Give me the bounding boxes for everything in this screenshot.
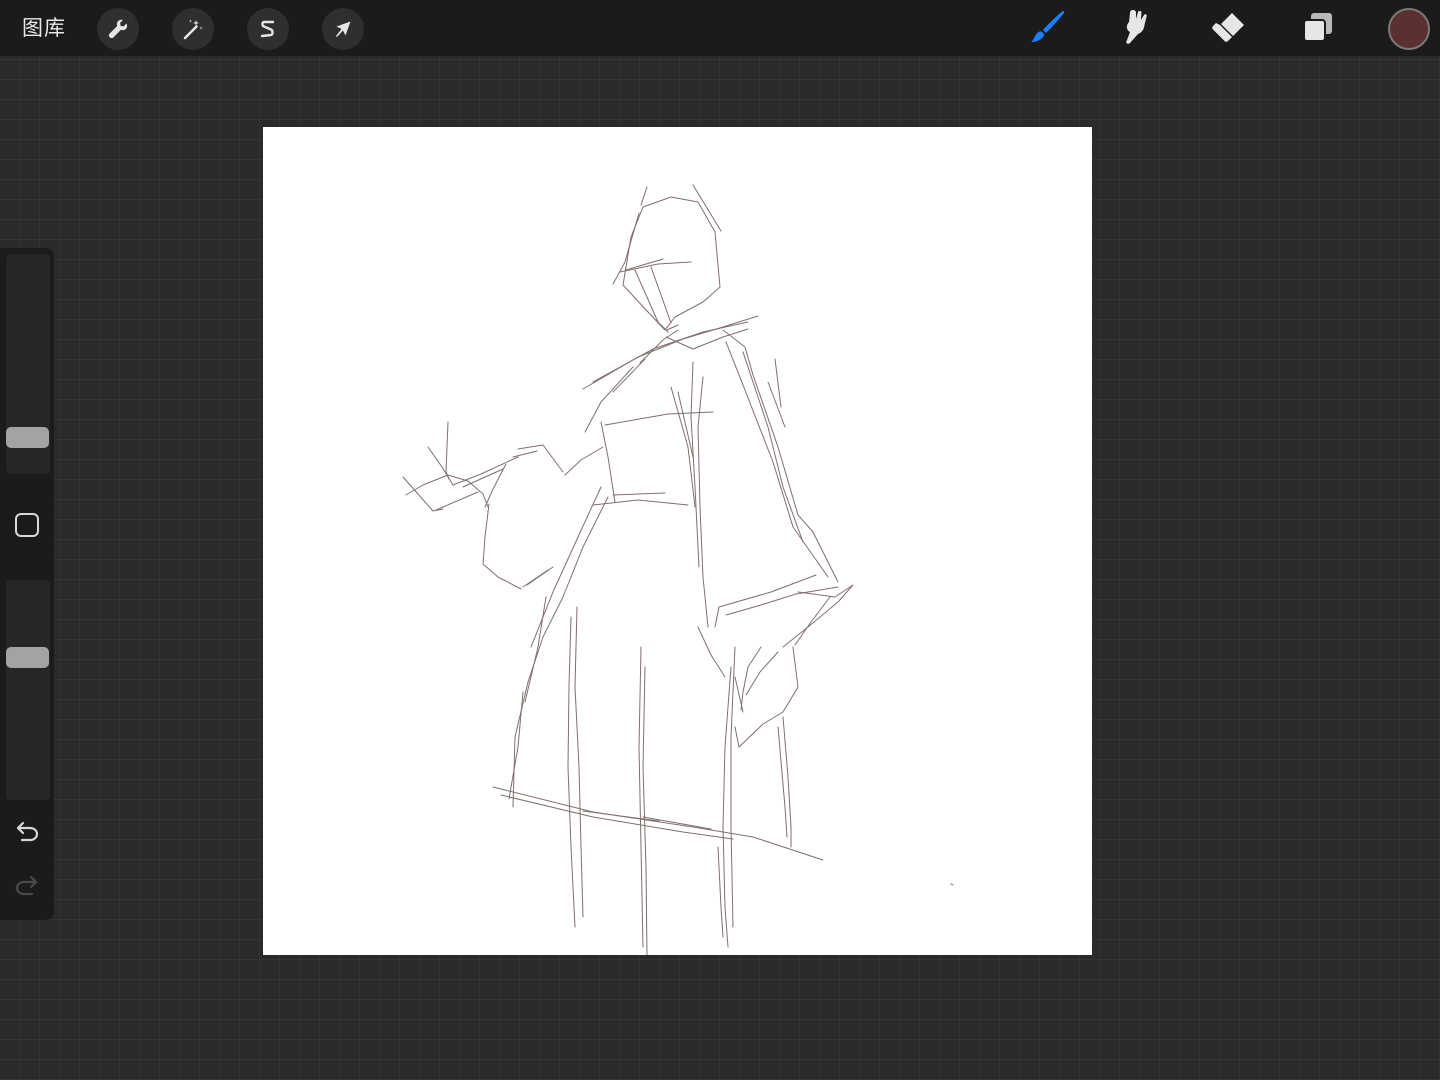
actions-button[interactable] [97,8,139,50]
layers-icon [1301,10,1335,48]
layers-button[interactable] [1296,8,1340,50]
eraser-button[interactable] [1206,8,1250,50]
drawing-canvas[interactable] [263,127,1092,955]
smudge-icon [1120,8,1154,50]
brush-size-slider-thumb[interactable] [6,427,49,448]
color-swatch-button[interactable] [1388,8,1430,50]
square-icon [14,512,40,542]
selection-s-icon [256,17,280,41]
opacity-slider-thumb[interactable] [6,647,49,668]
smudge-button[interactable] [1115,8,1159,50]
gallery-button[interactable]: 图库 [22,12,66,44]
sketch-figure [402,184,954,955]
top-toolbar: 图库 [0,0,1440,56]
brush-button[interactable] [1024,8,1068,50]
undo-button[interactable] [12,818,42,848]
modify-button[interactable] [14,512,40,542]
wrench-icon [106,17,130,41]
transform-button[interactable] [322,8,364,50]
brush-icon [1026,9,1066,49]
adjustments-button[interactable] [172,8,214,50]
selection-button[interactable] [247,8,289,50]
eraser-icon [1209,10,1247,48]
left-sidebar [0,248,54,920]
redo-icon [14,874,40,900]
magic-wand-icon [181,17,205,41]
redo-button[interactable] [12,872,42,902]
arrow-cursor-icon [331,17,355,41]
opacity-slider[interactable] [6,580,50,800]
undo-icon [14,820,40,846]
